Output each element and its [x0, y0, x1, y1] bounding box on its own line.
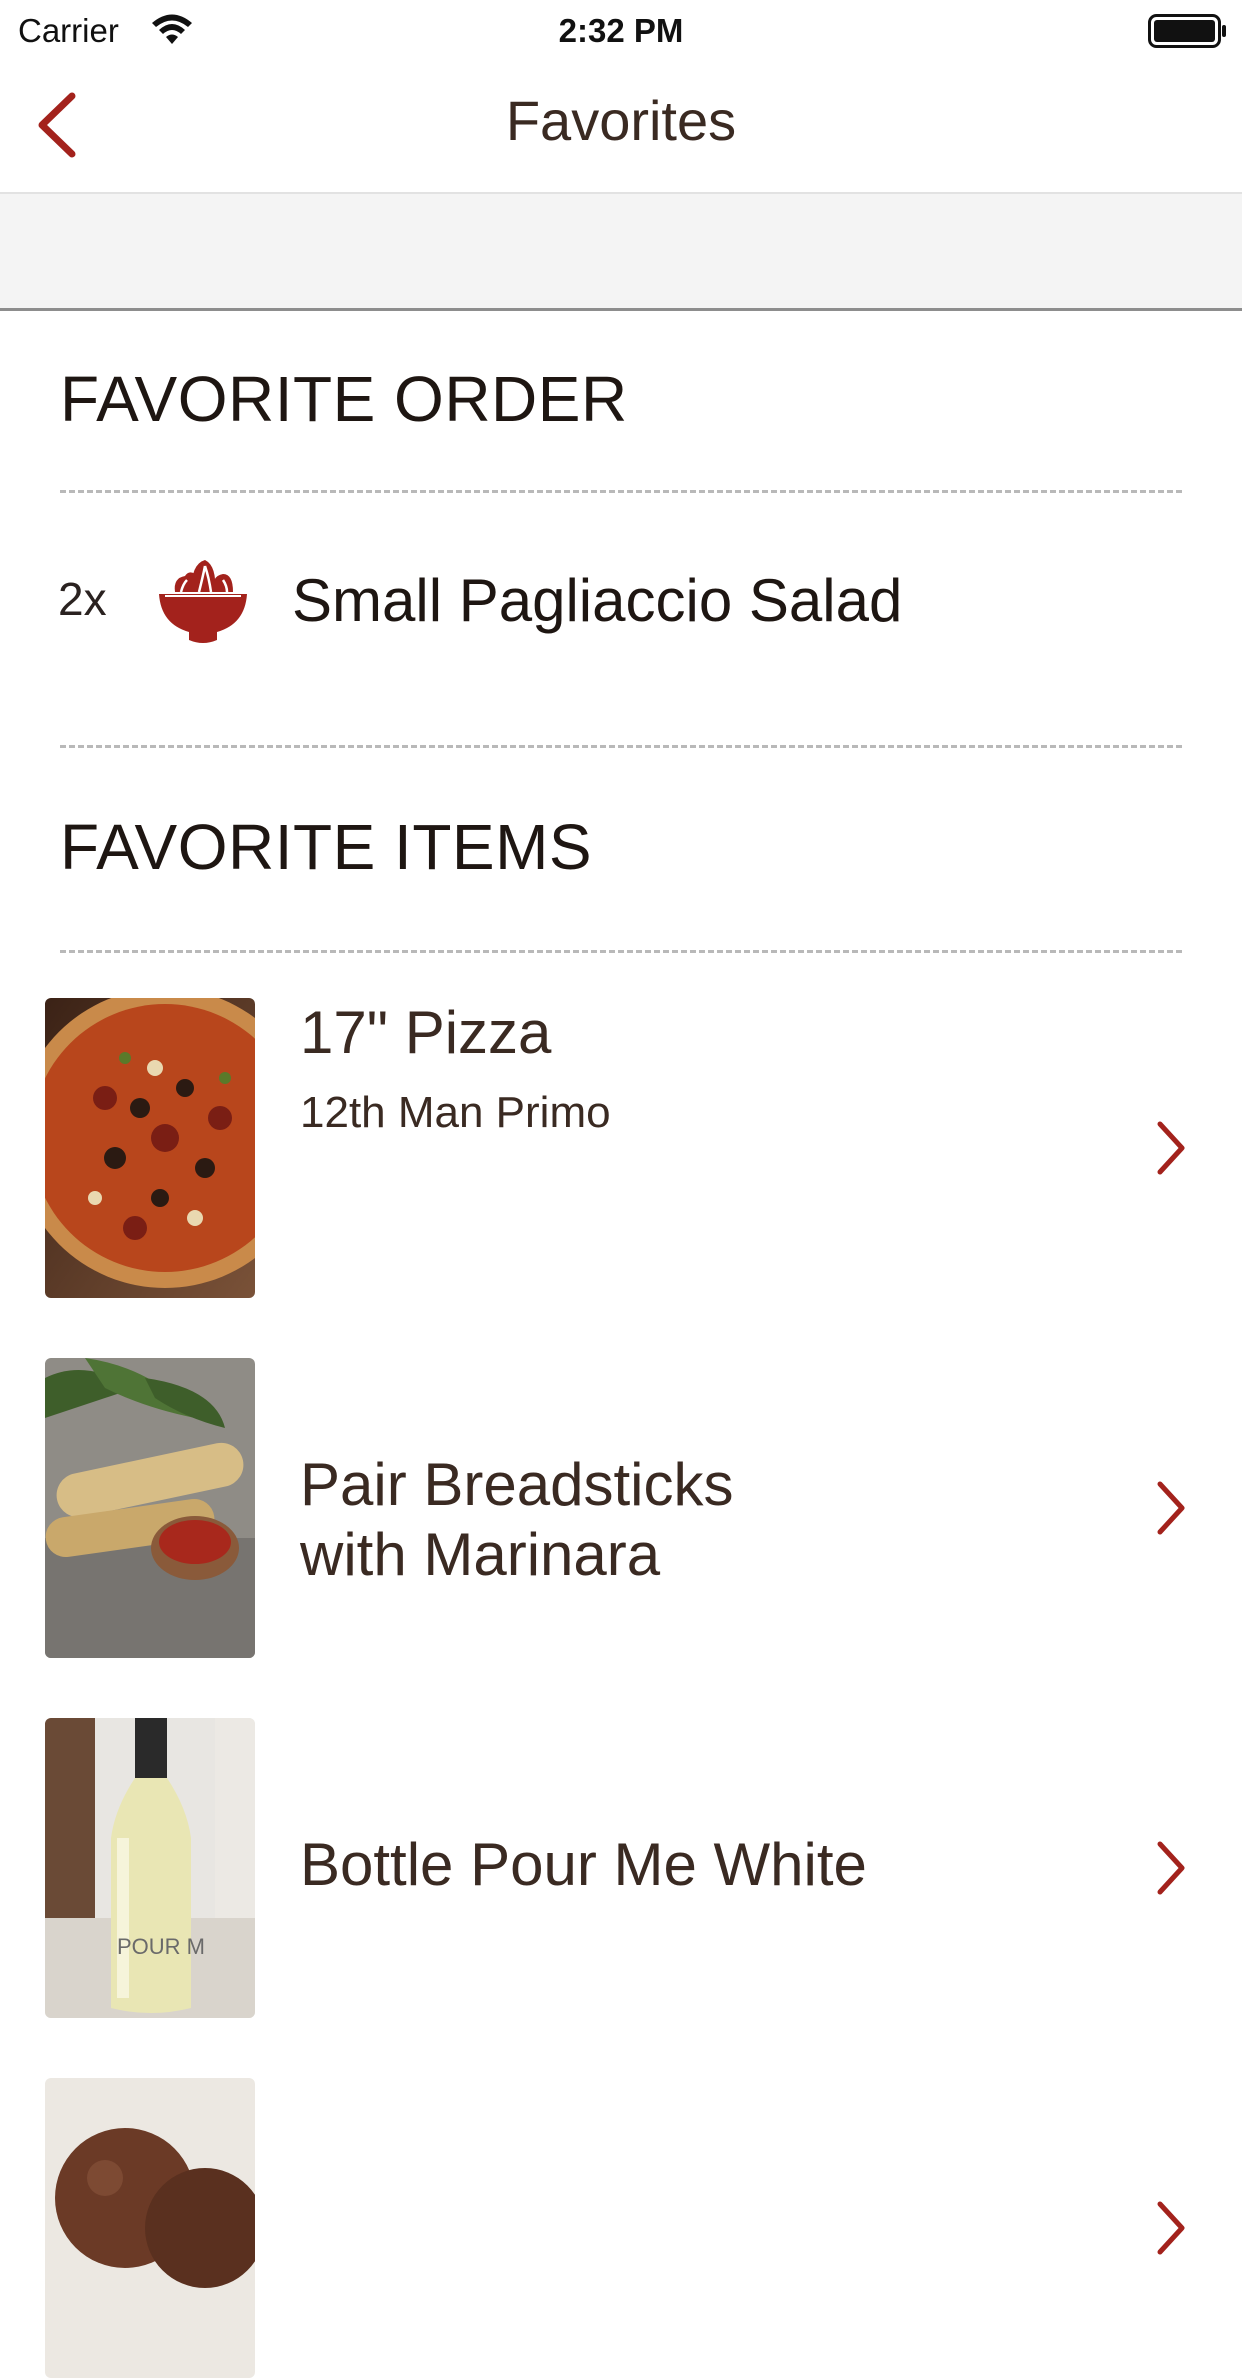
order-item-name: Small Pagliaccio Salad — [292, 567, 903, 634]
item-title-line2: with Marinara — [300, 1521, 661, 1588]
divider — [60, 950, 1182, 953]
favorite-item-row[interactable]: POUR M Bottle Pour Me White — [0, 1718, 1242, 2018]
salad-bowl-icon — [159, 560, 247, 643]
wine-bottle-photo: POUR M — [45, 1718, 255, 2018]
header-band — [0, 194, 1242, 311]
favorite-order-item: 2x Small Pagliaccio Salad — [0, 530, 1242, 670]
chevron-right-icon — [1157, 1481, 1185, 1535]
favorite-items-heading: FAVORITE ITEMS — [60, 811, 593, 883]
chocolate-gelato-photo — [45, 2078, 255, 2378]
item-title: Pair Breadsticks — [300, 1451, 734, 1518]
divider — [60, 490, 1182, 493]
bottle-label: POUR M — [117, 1934, 205, 1959]
pizza-photo — [45, 998, 255, 1298]
favorite-item-row[interactable] — [0, 2078, 1242, 2378]
battery-icon — [1148, 14, 1226, 48]
divider — [60, 745, 1182, 748]
favorite-item-row[interactable]: Pair Breadsticks with Marinara — [0, 1358, 1242, 1658]
chevron-right-icon — [1157, 2201, 1185, 2255]
favorite-item-row[interactable]: 17" Pizza 12th Man Primo — [0, 998, 1242, 1298]
chevron-right-icon — [1157, 1841, 1185, 1895]
item-title: 17" Pizza — [300, 999, 552, 1066]
favorite-order-heading: FAVORITE ORDER — [60, 363, 628, 435]
chevron-right-icon — [1157, 1121, 1185, 1175]
order-quantity: 2x — [58, 573, 107, 625]
item-title: Bottle Pour Me White — [300, 1831, 867, 1898]
status-bar: Carrier 2:32 PM — [0, 0, 1242, 60]
page-title: Favorites — [505, 89, 737, 152]
nav-bar: Favorites — [0, 60, 1242, 194]
breadsticks-photo — [45, 1358, 255, 1658]
status-time: 2:32 PM — [558, 12, 684, 49]
item-subtitle: 12th Man Primo — [300, 1088, 611, 1137]
